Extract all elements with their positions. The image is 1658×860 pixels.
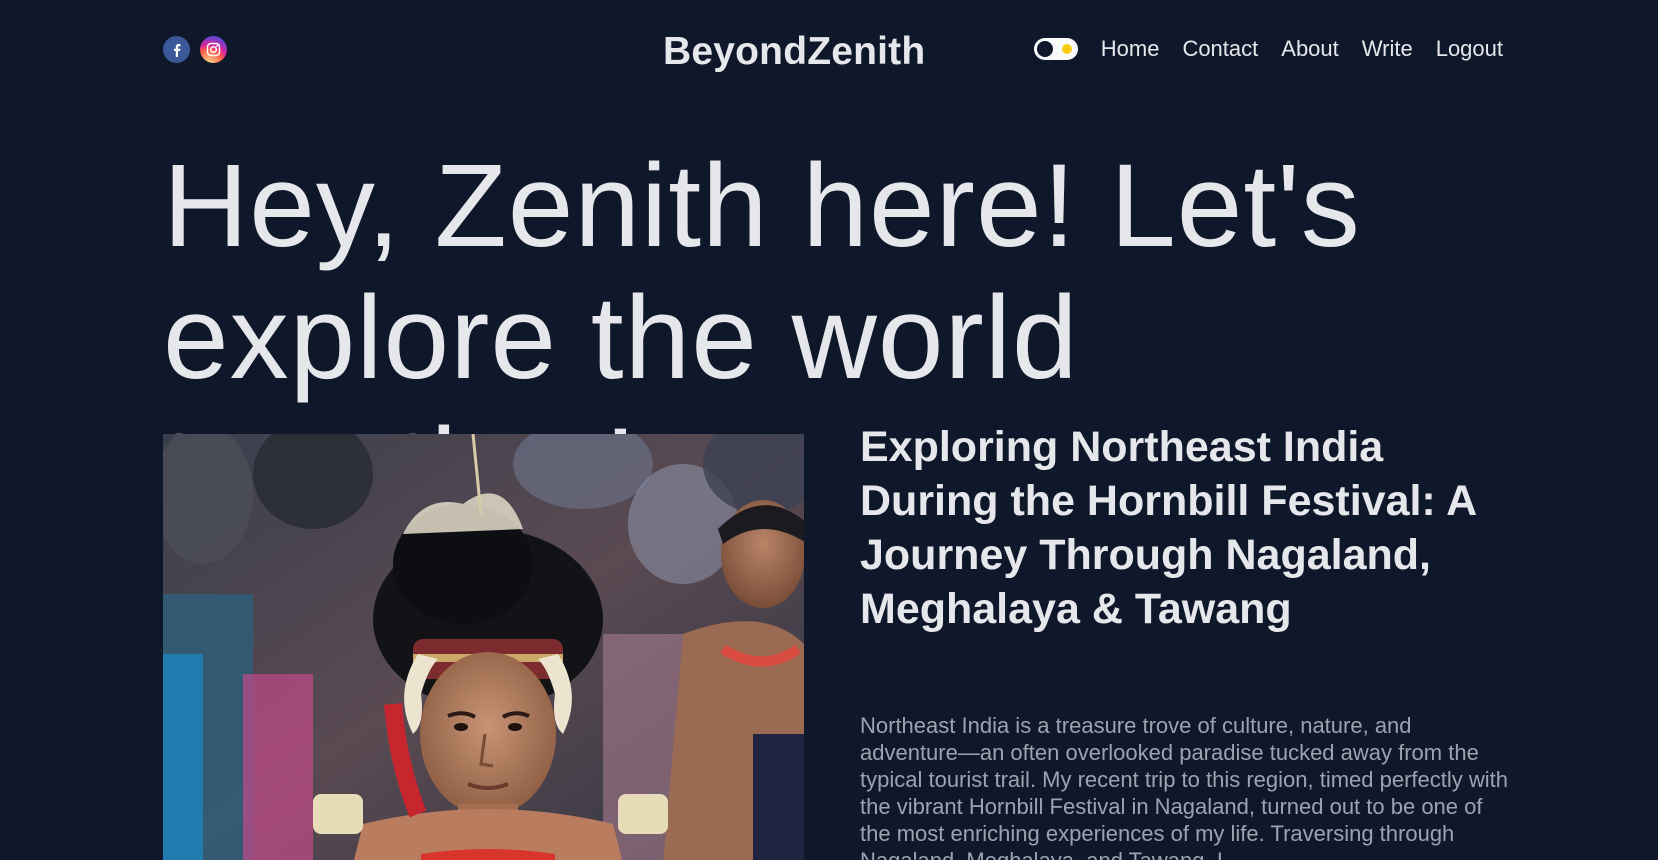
nav-link-logout[interactable]: Logout — [1436, 36, 1503, 62]
featured-post-image[interactable] — [163, 434, 804, 860]
page: BeyondZenith Home Contact About Write Lo… — [0, 0, 1658, 860]
nav-link-write[interactable]: Write — [1362, 36, 1413, 62]
social-links — [163, 36, 227, 63]
nav-link-about[interactable]: About — [1281, 36, 1339, 62]
nav-link-home[interactable]: Home — [1101, 36, 1160, 62]
featured-post-title[interactable]: Exploring Northeast India During the Hor… — [860, 420, 1500, 636]
hero-greeting: Hey, Zenith here! — [163, 140, 1077, 272]
navbar: BeyondZenith Home Contact About Write Lo… — [163, 30, 1503, 74]
theme-toggle[interactable] — [1033, 38, 1078, 60]
nav-link-contact[interactable]: Contact — [1182, 36, 1258, 62]
instagram-icon[interactable] — [200, 36, 227, 63]
featured-post-excerpt: Northeast India is a treasure trove of c… — [860, 713, 1509, 860]
site-logo[interactable]: BeyondZenith — [663, 30, 925, 74]
facebook-icon[interactable] — [163, 36, 190, 63]
nav-menu: Home Contact About Write Logout — [1033, 36, 1503, 62]
sun-icon — [1061, 44, 1072, 54]
toggle-knob — [1036, 41, 1053, 57]
